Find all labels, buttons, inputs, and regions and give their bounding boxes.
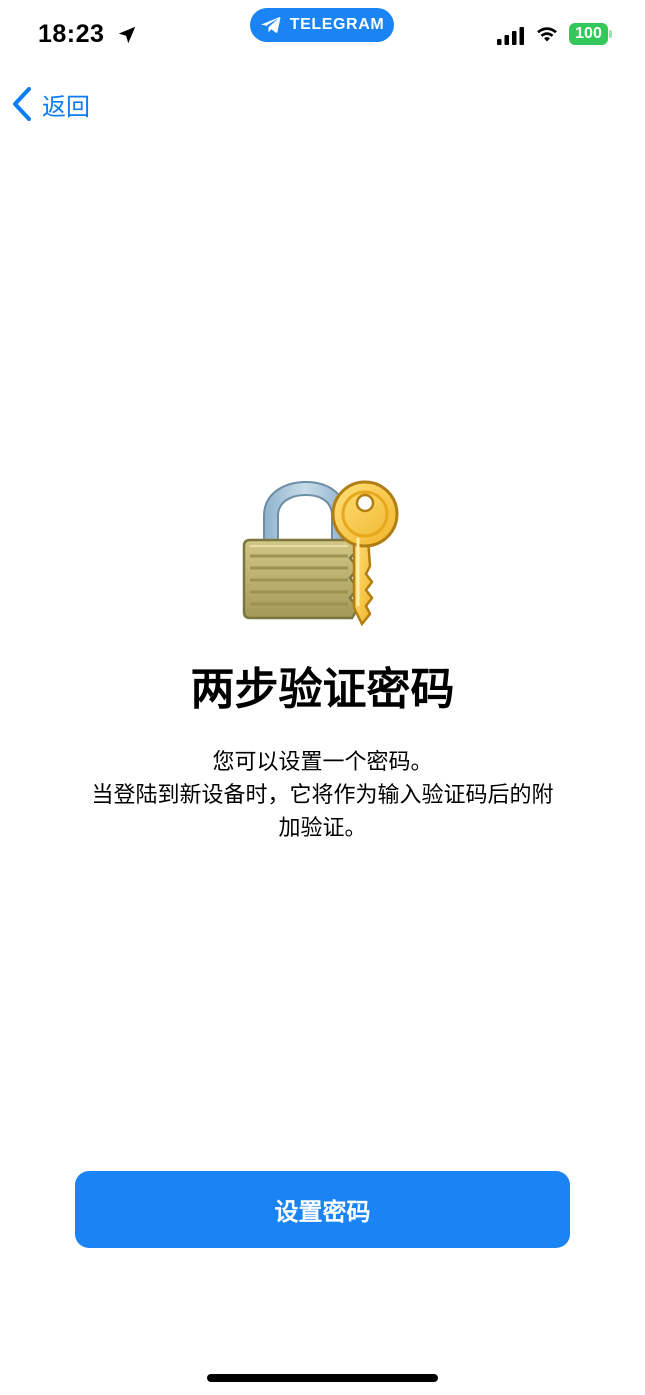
cellular-signal-icon <box>497 27 524 45</box>
home-indicator[interactable] <box>207 1374 438 1382</box>
location-arrow-icon <box>118 26 136 44</box>
battery-cap <box>609 30 612 38</box>
telegram-pill-label: TELEGRAM <box>289 16 385 33</box>
status-bar: 18:23 TELEGRAM 100 <box>0 0 645 70</box>
description-line: 加验证。 <box>278 816 367 841</box>
telegram-app-pill[interactable]: TELEGRAM <box>250 8 394 42</box>
description-line: 您可以设置一个密码。 <box>212 750 433 775</box>
telegram-icon <box>260 17 281 33</box>
set-password-button[interactable]: 设置密码 <box>75 1171 570 1248</box>
lock-with-key-icon <box>242 480 399 627</box>
description: 您可以设置一个密码。 当登陆到新设备时，它将作为输入验证码后的附 加验证。 <box>40 746 605 845</box>
back-label: 返回 <box>42 92 90 121</box>
back-button[interactable]: 返回 <box>10 84 90 124</box>
battery-level: 100 <box>569 23 608 45</box>
status-time: 18:23 <box>38 20 105 48</box>
page-title: 两步验证密码 <box>190 664 455 715</box>
chevron-left-icon <box>13 87 31 121</box>
battery-icon: 100 <box>569 23 613 45</box>
battery-percent: 100 <box>575 25 602 42</box>
set-password-button-label: 设置密码 <box>274 1198 371 1226</box>
wifi-icon <box>537 27 557 42</box>
description-line: 当登陆到新设备时，它将作为输入验证码后的附 <box>91 783 554 808</box>
